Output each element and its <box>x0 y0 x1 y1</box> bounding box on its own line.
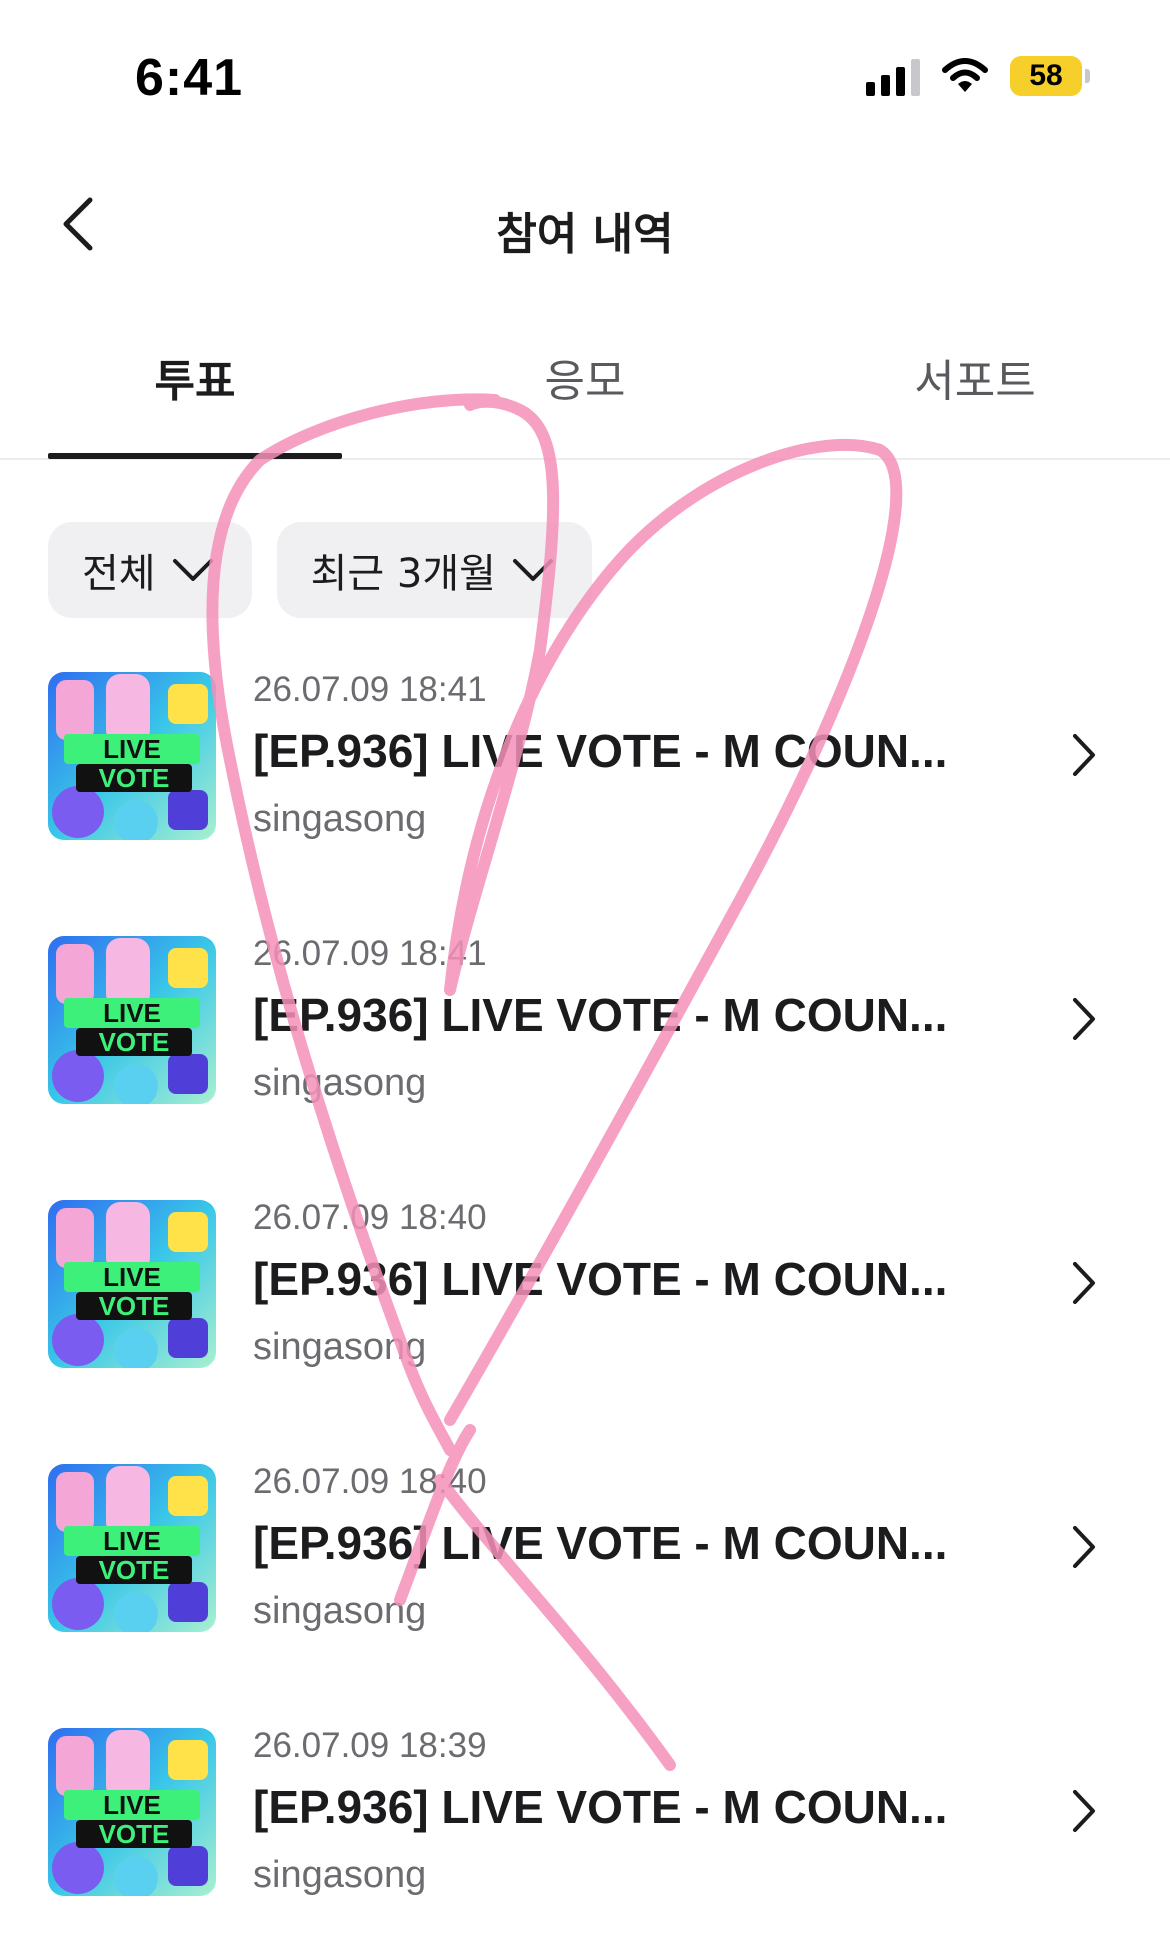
thumb-vote-text: VOTE <box>99 1555 170 1585</box>
item-date: 26.07.09 18:39 <box>253 1726 487 1765</box>
filter-all-dropdown[interactable]: 전체 <box>48 522 252 618</box>
battery-icon: 58 <box>1010 56 1090 96</box>
live-vote-thumbnail: LIVE VOTE <box>48 672 216 840</box>
wifi-icon <box>942 58 988 92</box>
item-subtitle: singasong <box>253 798 427 840</box>
item-date: 26.07.09 18:41 <box>253 934 487 973</box>
tab-label: 서포트 <box>914 356 1036 407</box>
thumb-live-text: LIVE <box>103 1262 161 1292</box>
filter-bar: 전체 최근 3개월 <box>48 522 592 618</box>
item-subtitle: singasong <box>253 1062 427 1104</box>
tab-active-indicator <box>48 453 342 459</box>
list-item[interactable]: LIVE VOTE 26.07.09 18:40 [EP.936] LIVE V… <box>0 1452 1170 1662</box>
chevron-down-icon <box>512 557 554 583</box>
item-date: 26.07.09 18:40 <box>253 1462 487 1501</box>
item-date: 26.07.09 18:41 <box>253 670 487 709</box>
chevron-right-icon <box>1073 1262 1095 1304</box>
item-subtitle: singasong <box>253 1854 427 1896</box>
signal-icon <box>866 56 920 96</box>
filter-label: 전체 <box>82 551 156 597</box>
thumb-vote-text: VOTE <box>99 1291 170 1321</box>
status-bar: 6:41 58 <box>0 0 1170 150</box>
battery-level: 58 <box>1010 56 1082 96</box>
chevron-right-icon <box>1073 1526 1095 1568</box>
list-item[interactable]: LIVE VOTE 26.07.09 18:39 [EP.936] LIVE V… <box>0 1716 1170 1926</box>
filter-label: 최근 3개월 <box>310 551 496 597</box>
tab-entry[interactable]: 응모 <box>438 345 732 460</box>
page-header: 참여 내역 <box>0 180 1170 270</box>
item-date: 26.07.09 18:40 <box>253 1198 487 1237</box>
page-title: 참여 내역 <box>496 209 674 260</box>
thumb-live-text: LIVE <box>103 1790 161 1820</box>
live-vote-thumbnail: LIVE VOTE <box>48 936 216 1104</box>
tab-label: 응모 <box>544 356 626 407</box>
live-vote-thumbnail: LIVE VOTE <box>48 1464 216 1632</box>
tab-support[interactable]: 서포트 <box>828 345 1122 460</box>
item-title: [EP.936] LIVE VOTE - M COUN... <box>253 989 948 1041</box>
item-subtitle: singasong <box>253 1326 427 1368</box>
list-item[interactable]: LIVE VOTE 26.07.09 18:41 [EP.936] LIVE V… <box>0 924 1170 1134</box>
status-time: 6:41 <box>135 49 244 107</box>
tab-label: 투표 <box>154 356 236 407</box>
tab-bar: 투표 응모 서포트 <box>0 345 1170 460</box>
item-title: [EP.936] LIVE VOTE - M COUN... <box>253 1781 948 1833</box>
chevron-right-icon <box>1073 734 1095 776</box>
list-item[interactable]: LIVE VOTE 26.07.09 18:41 [EP.936] LIVE V… <box>0 660 1170 870</box>
chevron-right-icon <box>1073 998 1095 1040</box>
list-item[interactable]: LIVE VOTE 26.07.09 18:40 [EP.936] LIVE V… <box>0 1188 1170 1398</box>
tab-vote[interactable]: 투표 <box>48 345 342 460</box>
item-title: [EP.936] LIVE VOTE - M COUN... <box>253 1253 948 1305</box>
filter-period-dropdown[interactable]: 최근 3개월 <box>276 522 592 618</box>
live-vote-thumbnail: LIVE VOTE <box>48 1728 216 1896</box>
chevron-right-icon <box>1073 1790 1095 1832</box>
chevron-down-icon <box>172 557 214 583</box>
thumb-vote-text: VOTE <box>99 1819 170 1849</box>
thumb-live-text: LIVE <box>103 734 161 764</box>
thumb-live-text: LIVE <box>103 998 161 1028</box>
item-title: [EP.936] LIVE VOTE - M COUN... <box>253 1517 948 1569</box>
live-vote-thumbnail: LIVE VOTE <box>48 1200 216 1368</box>
status-icons: 58 <box>866 56 1090 96</box>
thumb-vote-text: VOTE <box>99 1027 170 1057</box>
thumb-live-text: LIVE <box>103 1526 161 1556</box>
item-subtitle: singasong <box>253 1590 427 1632</box>
thumb-vote-text: VOTE <box>99 763 170 793</box>
item-title: [EP.936] LIVE VOTE - M COUN... <box>253 725 948 777</box>
